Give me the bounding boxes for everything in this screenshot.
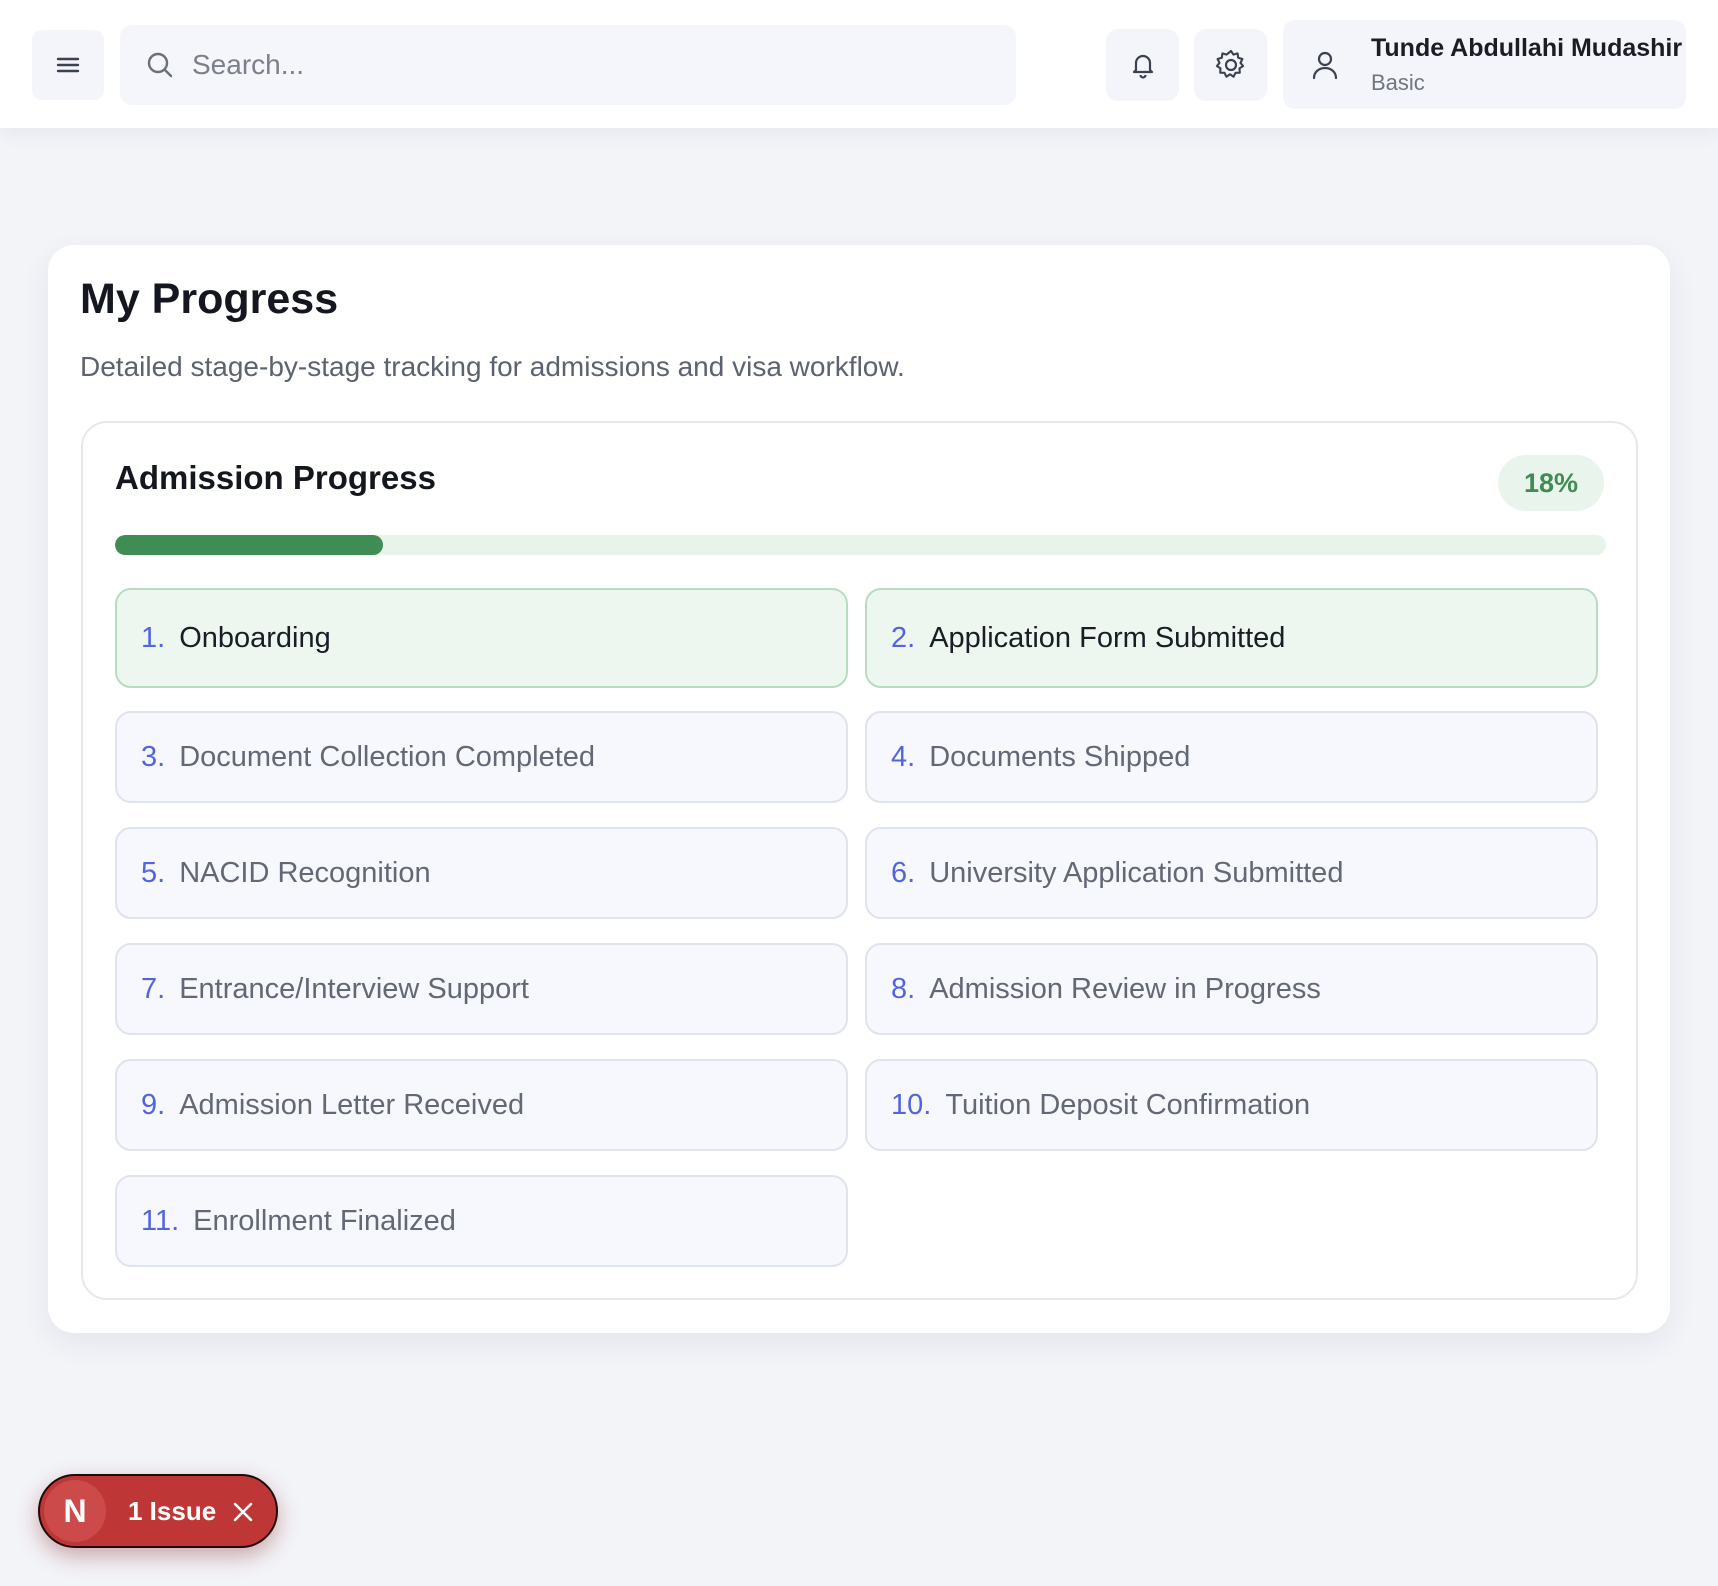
- stage-label: Admission Letter Received: [179, 1088, 525, 1121]
- admission-progress-title: Admission Progress: [115, 459, 436, 496]
- stage-label: Admission Review in Progress: [929, 972, 1321, 1005]
- stage-item: 3. Document Collection Completed: [115, 711, 848, 803]
- stage-item: 7. Entrance/Interview Support: [115, 943, 848, 1035]
- stage-label: Enrollment Finalized: [193, 1204, 456, 1237]
- stage-number: 10.: [891, 1088, 932, 1121]
- stage-item: 5. NACID Recognition: [115, 827, 848, 919]
- stage-number: 5.: [141, 856, 166, 889]
- stage-label: Document Collection Completed: [179, 740, 596, 773]
- user-plan: Basic: [1371, 70, 1425, 95]
- stage-item: 2. Application Form Submitted: [865, 588, 1598, 688]
- menu-icon: [56, 57, 80, 73]
- user-name: Tunde Abdullahi Mudashir: [1371, 34, 1683, 62]
- progress-card: My Progress Detailed stage-by-stage trac…: [48, 245, 1670, 1333]
- stage-number: 4.: [891, 740, 916, 773]
- stage-number: 1.: [141, 621, 166, 654]
- stage-item: 4. Documents Shipped: [865, 711, 1598, 803]
- page-title: My Progress: [80, 275, 339, 323]
- progress-percent-badge: 18%: [1498, 455, 1604, 511]
- stage-label: Entrance/Interview Support: [179, 972, 529, 1005]
- stage-label: NACID Recognition: [179, 856, 431, 889]
- stage-item: 11. Enrollment Finalized: [115, 1175, 848, 1267]
- stage-number: 8.: [891, 972, 916, 1005]
- progress-bar: [115, 535, 1606, 555]
- user-profile-card[interactable]: Tunde Abdullahi Mudashir Basic: [1283, 20, 1686, 109]
- top-bar: Tunde Abdullahi Mudashir Basic: [0, 0, 1718, 128]
- stage-number: 11.: [141, 1204, 180, 1237]
- issues-indicator[interactable]: N 1 Issue: [38, 1474, 278, 1548]
- bell-icon: [1132, 54, 1153, 79]
- admission-progress-panel: Admission Progress 18% 1. Onboarding 2. App…: [81, 421, 1638, 1300]
- stage-item: 10. Tuition Deposit Confirmation: [865, 1059, 1598, 1151]
- stage-label: Onboarding: [179, 621, 331, 654]
- menu-button[interactable]: [32, 30, 104, 100]
- stage-item: 1. Onboarding: [115, 588, 848, 688]
- stage-label: Tuition Deposit Confirmation: [945, 1088, 1311, 1121]
- search-input[interactable]: [192, 49, 1012, 81]
- n-logo-icon: N: [44, 1480, 106, 1542]
- stage-number: 2.: [891, 621, 916, 654]
- stage-item: 9. Admission Letter Received: [115, 1059, 848, 1151]
- close-icon[interactable]: [230, 1499, 256, 1525]
- stage-number: 7.: [141, 972, 166, 1005]
- gear-icon: [1215, 49, 1244, 78]
- stage-number: 9.: [141, 1088, 166, 1121]
- stage-label: University Application Submitted: [929, 856, 1344, 889]
- stage-number: 6.: [891, 856, 916, 889]
- issues-label: 1 Issue: [128, 1496, 217, 1526]
- stage-item: 6. University Application Submitted: [865, 827, 1598, 919]
- stage-label: Documents Shipped: [929, 740, 1191, 773]
- progress-bar-fill: [115, 535, 384, 555]
- stage-label: Application Form Submitted: [929, 621, 1286, 654]
- stage-number: 3.: [141, 740, 166, 773]
- notifications-button[interactable]: [1106, 29, 1179, 101]
- stage-item: 8. Admission Review in Progress: [865, 943, 1598, 1035]
- settings-button[interactable]: [1194, 29, 1267, 101]
- search-icon: [146, 51, 174, 79]
- search-box[interactable]: [120, 25, 1016, 105]
- user-icon: [1311, 50, 1339, 85]
- page-subtitle: Detailed stage-by-stage tracking for adm…: [80, 351, 905, 382]
